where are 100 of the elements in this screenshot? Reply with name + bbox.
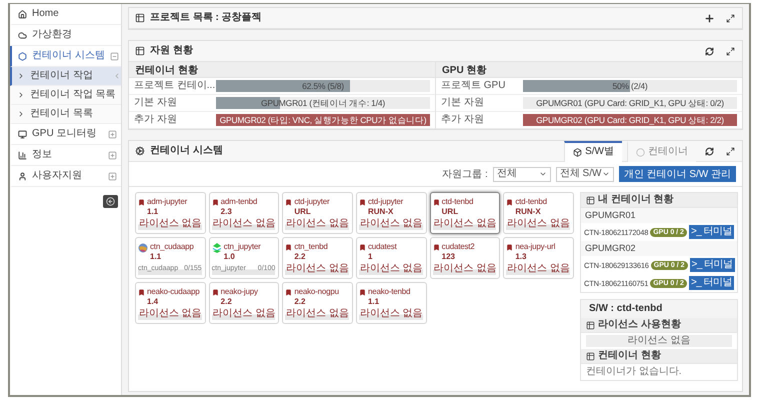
chevron-right-icon xyxy=(17,110,25,118)
software-version: 2.2 xyxy=(294,297,306,306)
license-status: 라이선스 없음 xyxy=(434,263,496,275)
chevron-right-icon xyxy=(17,72,25,80)
software-card[interactable]: adm-jupyter 1.1 라이선스 없음 xyxy=(135,192,206,234)
panel-title: 자원 현황 xyxy=(150,45,194,57)
refresh-icon[interactable] xyxy=(704,146,714,156)
section-heading: 라이선스 사용현황 xyxy=(598,319,681,331)
bookmark-icon xyxy=(358,244,366,251)
progress-reading: GPUMGR02 (타입: VNC, 실행가능한 CPU가 없습니다) xyxy=(218,114,428,126)
panel-title: 프로젝트 목록 : 공창플젝 xyxy=(150,12,263,24)
software-card[interactable]: nea-jupy-url 1.3 라이선스 없음 xyxy=(503,237,574,279)
software-version: 1 xyxy=(368,252,374,261)
sidebar-item[interactable]: 컨테이너 시스템 xyxy=(10,46,121,67)
software-name: neako-tenbd xyxy=(368,286,410,297)
license-status: 라이선스 없음 xyxy=(360,263,423,275)
chevron-right-icon xyxy=(17,91,25,99)
section-heading: 컨테이너 현황 xyxy=(129,62,435,78)
table-icon xyxy=(586,196,595,204)
software-name: ctn_tenbd xyxy=(294,241,328,252)
software-card[interactable]: adm-tenbd 2.3 라이선스 없음 xyxy=(208,192,280,234)
software-version: 1.0 xyxy=(224,252,236,261)
terminal-button[interactable]: >_ 터미널 xyxy=(688,225,734,239)
bookmark-icon xyxy=(358,199,366,206)
software-card[interactable]: cudatest2 123 라이선스 없음 xyxy=(430,237,500,279)
collapse-sidebar-button[interactable] xyxy=(103,195,118,208)
dropdown[interactable]: 전체 xyxy=(492,166,551,182)
plus-icon[interactable] xyxy=(704,12,714,24)
terminal-button[interactable]: >_ 터미널 xyxy=(690,258,735,272)
table-icon xyxy=(135,13,145,23)
sidebar-subitem[interactable]: 컨테이너 목록 xyxy=(10,105,121,124)
software-card[interactable]: ctn_tenbd 2.2 라이선스 없음 xyxy=(282,237,353,279)
arrow-left-icon xyxy=(106,197,115,206)
refresh-icon[interactable] xyxy=(704,46,714,56)
software-version: URL xyxy=(442,207,460,216)
software-name: cudatest2 xyxy=(442,241,475,252)
bookmark-icon xyxy=(358,289,366,296)
bookmark-icon xyxy=(138,289,145,296)
plus-square-icon[interactable] xyxy=(108,172,117,180)
software-name: neako-jupy xyxy=(220,286,258,297)
section-heading: 컨테이너 현황 xyxy=(598,350,661,362)
resource-label: 기본 자원 xyxy=(134,97,178,109)
bookmark-icon xyxy=(432,199,440,206)
software-card[interactable]: cudatest 1 라이선스 없음 xyxy=(356,237,427,279)
software-version: 2.2 xyxy=(220,297,233,306)
manage-button[interactable]: 개인 컨테이너 S/W 관리 xyxy=(618,166,736,182)
dropdown[interactable]: 전체 S/W xyxy=(556,166,614,182)
software-name: nea-jupy-url xyxy=(515,241,556,252)
software-name: adm-tenbd xyxy=(220,196,258,207)
expand-icon[interactable] xyxy=(726,14,734,22)
software-card[interactable]: ctd-tenbd RUN-X 라이선스 없음 xyxy=(503,192,574,234)
cloud-icon xyxy=(18,30,27,40)
bookmark-icon xyxy=(506,244,514,251)
bookmark-icon xyxy=(506,199,514,206)
group-name: GPUMGR02 xyxy=(581,241,737,256)
empty-message: 컨테이너가 없습니다. xyxy=(585,365,683,379)
software-card[interactable]: neako-jupy 2.2 라이선스 없음 xyxy=(208,282,280,324)
license-status: 라이선스 없음 xyxy=(212,218,276,230)
license-status: 라이선스 없음 xyxy=(360,218,423,230)
progress-reading: 50% (2/4) xyxy=(611,80,649,92)
progress-reading: 62.5% (5/8) xyxy=(301,80,345,92)
software-card[interactable]: ctd-tenbd URL 라이선스 없음 xyxy=(430,192,500,234)
software-name: adm-jupyter xyxy=(147,196,188,207)
table-icon xyxy=(586,320,595,330)
expand-icon[interactable] xyxy=(726,46,734,56)
license-status: 라이선스 없음 xyxy=(138,308,202,320)
bookmark-icon xyxy=(212,199,219,206)
software-card[interactable]: neako-tenbd 1.1 라이선스 없음 xyxy=(356,282,427,324)
software-card[interactable]: neako-nogpu 2.2 라이선스 없음 xyxy=(282,282,353,324)
bookmark-icon xyxy=(285,289,292,296)
detail-title: S/W : ctd-tenbd xyxy=(581,300,737,318)
sidebar-subitem[interactable]: 컨테이너 작업 목록 xyxy=(10,86,121,105)
plus-square-icon[interactable] xyxy=(108,150,117,160)
license-status: 라이선스 없음 xyxy=(286,263,349,275)
license-status: 라이선스 없음 xyxy=(360,308,423,320)
home-icon xyxy=(18,10,27,18)
software-card[interactable]: ctd-jupyter URL 라이선스 없음 xyxy=(282,192,353,234)
circle-icon xyxy=(636,148,645,156)
expand-icon[interactable] xyxy=(726,146,734,156)
software-version: 1.1 xyxy=(368,297,380,306)
license-status: 라이선스 없음 xyxy=(286,218,349,230)
software-version: 2.3 xyxy=(220,207,233,216)
sidebar-subitem[interactable]: 컨테이너 작업 xyxy=(10,67,121,86)
resource-label: 추가 자원 xyxy=(134,114,178,126)
software-version: 1.1 xyxy=(147,207,160,216)
bookmark-icon xyxy=(212,289,219,296)
caret-icon xyxy=(113,72,121,80)
software-card[interactable]: neako-cudaapp 1.4 라이선스 없음 xyxy=(135,282,206,324)
resource-label: 프로젝트 GPU xyxy=(441,80,506,92)
resource-label: 기본 자원 xyxy=(441,97,485,109)
monitor-icon xyxy=(18,130,27,138)
tab[interactable]: S/W별 xyxy=(564,140,622,162)
minus-square-icon[interactable] xyxy=(110,52,119,60)
user-icon xyxy=(18,172,27,180)
software-version: RUN-X xyxy=(515,207,542,216)
group-name: GPUMGR01 xyxy=(581,208,737,223)
terminal-button[interactable]: >_ 터미널 xyxy=(688,276,734,290)
software-version: 2.2 xyxy=(294,252,306,261)
plus-square-icon[interactable] xyxy=(108,130,117,138)
software-card[interactable]: ctd-jupyter RUN-X 라이선스 없음 xyxy=(356,192,427,234)
